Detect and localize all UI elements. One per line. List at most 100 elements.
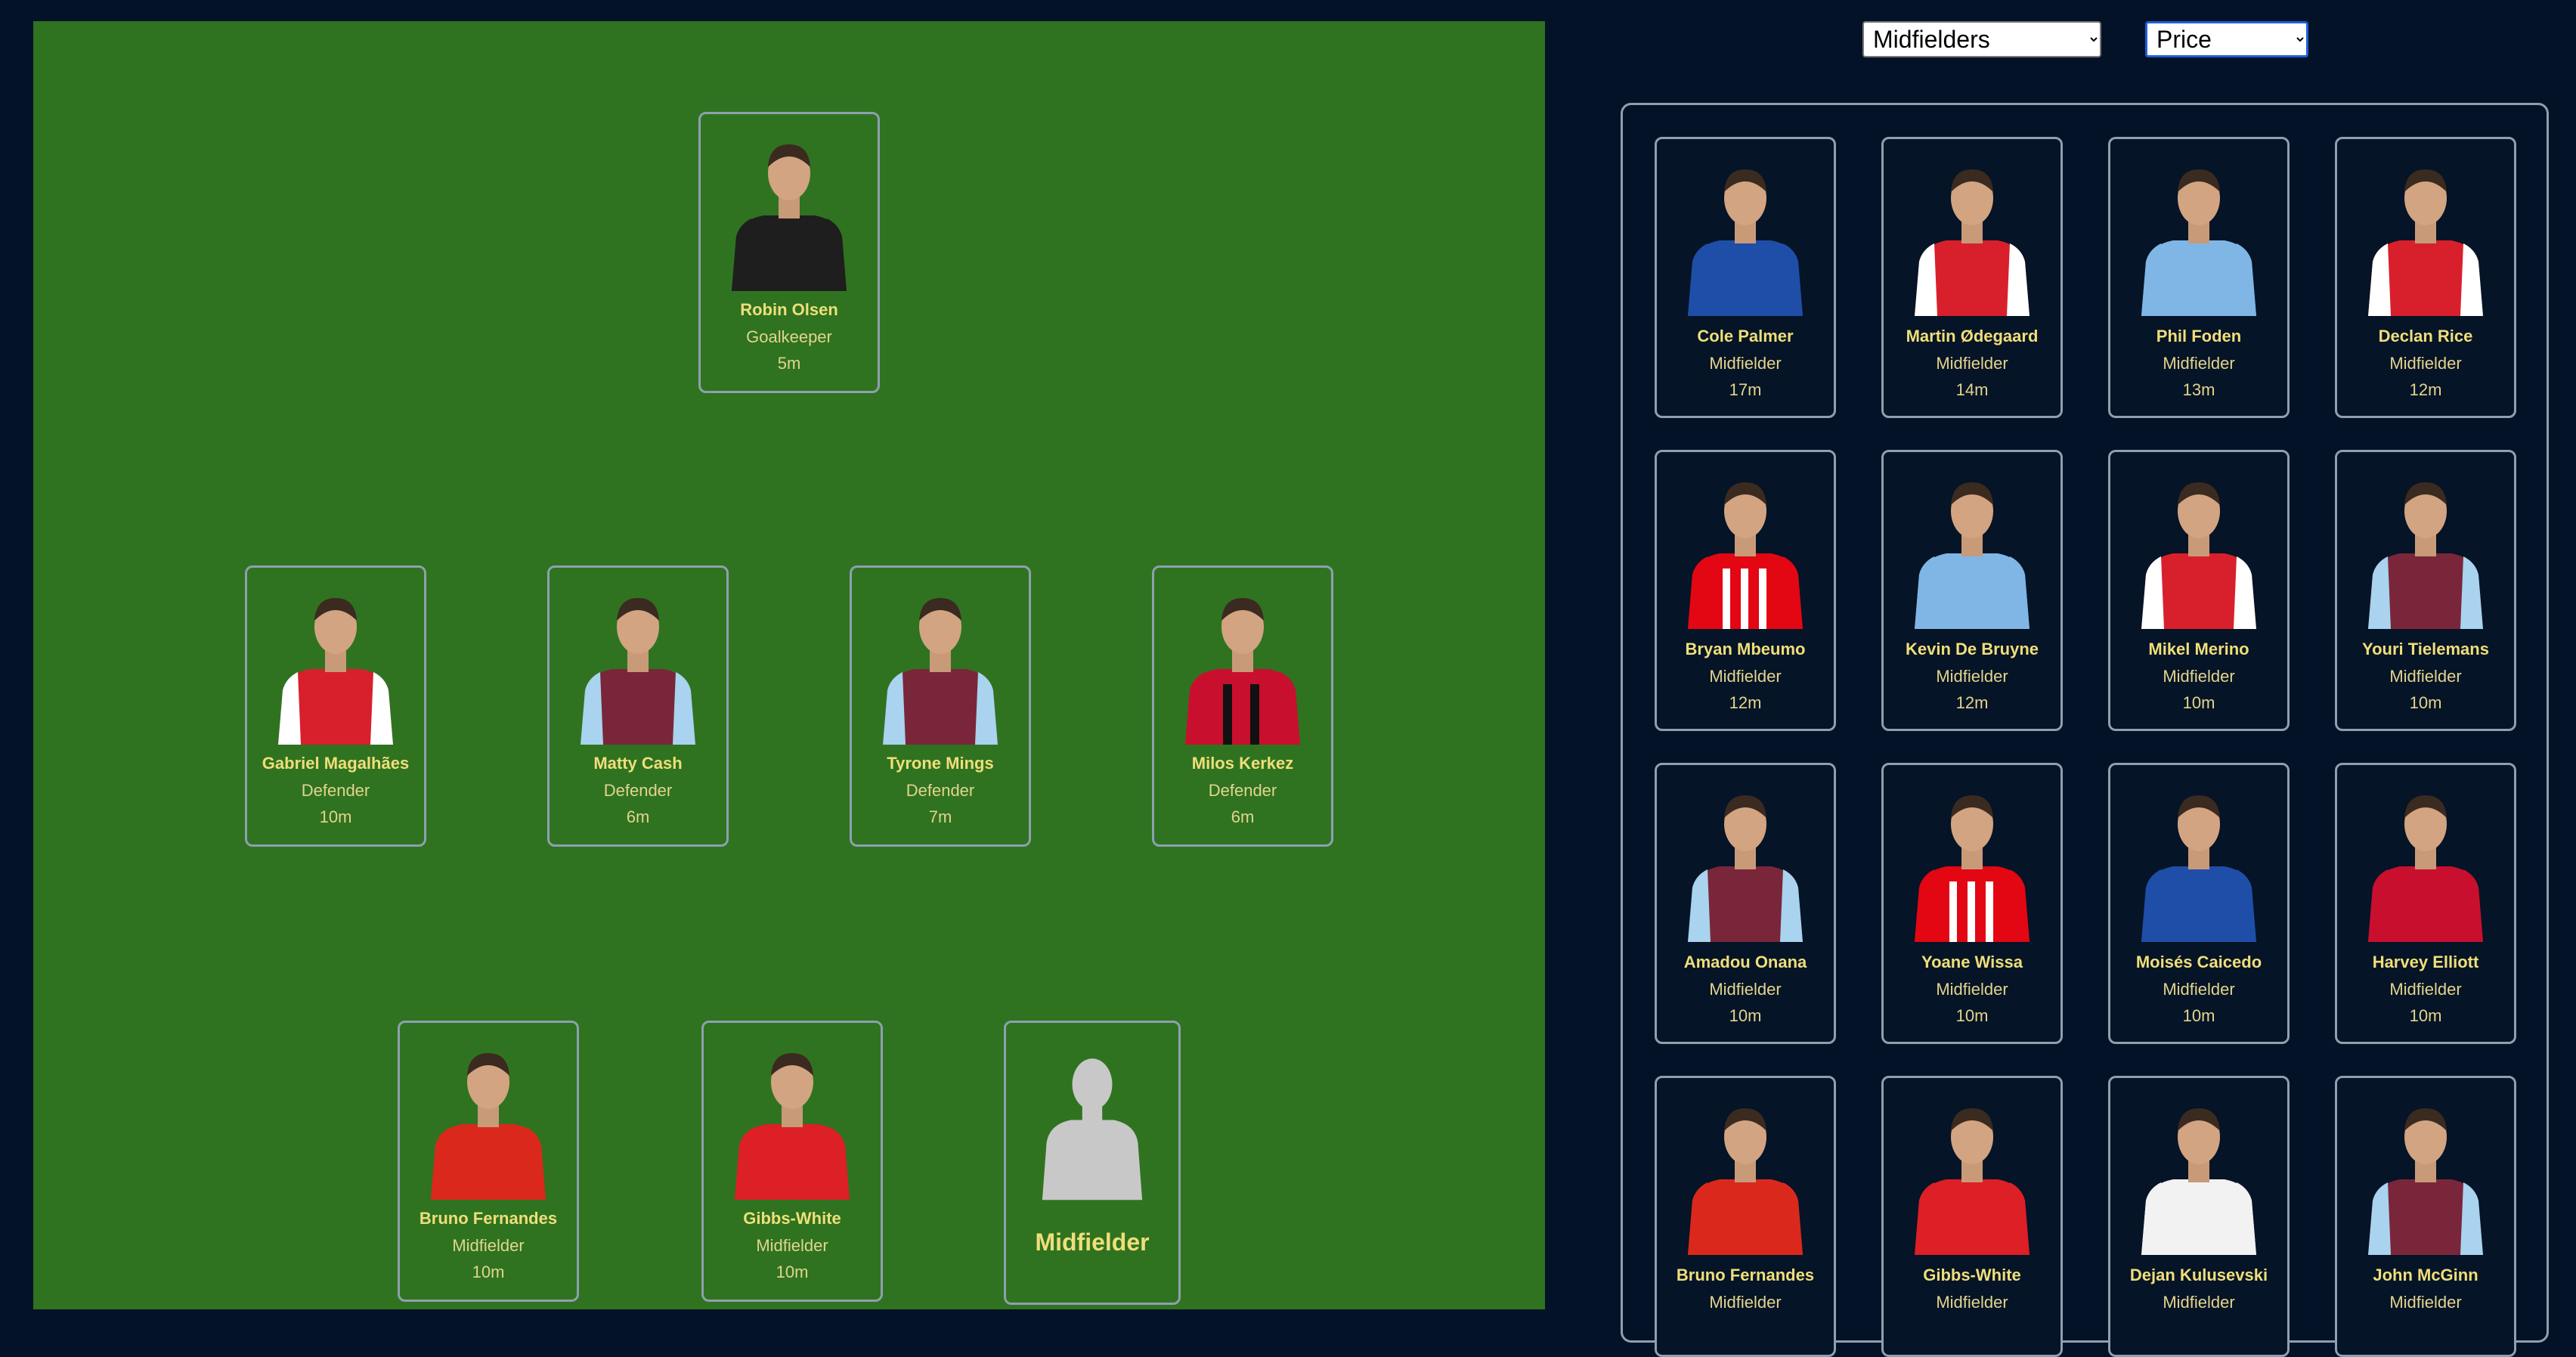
player-role: Midfielder xyxy=(1936,980,2008,999)
player-name: Phil Foden xyxy=(2156,327,2242,345)
empty-slot-label: Midfielder xyxy=(1035,1228,1150,1256)
player-photo xyxy=(2358,472,2494,629)
player-photo xyxy=(2358,159,2494,316)
player-photo xyxy=(1677,472,1813,629)
player-price: 10m xyxy=(1955,1006,1989,1025)
player-list-card[interactable]: Kevin De Bruyne Midfielder 12m xyxy=(1881,450,2063,731)
player-price: 12m xyxy=(2409,380,2442,399)
player-name: Kevin De Bruyne xyxy=(1905,640,2039,658)
player-price: 10m xyxy=(2409,693,2442,712)
pitch-player-card[interactable]: Milos Kerkez Defender 6m xyxy=(1152,565,1333,847)
pitch-player-card[interactable]: Bruno Fernandes Midfielder 10m xyxy=(398,1021,579,1302)
player-role: Midfielder xyxy=(2389,980,2462,999)
silhouette-icon xyxy=(1028,1050,1156,1201)
pitch-player-card[interactable]: Gibbs-White Midfielder 10m xyxy=(701,1021,883,1302)
player-list-card[interactable]: Moisés Caicedo Midfielder 10m xyxy=(2108,763,2290,1044)
player-photo xyxy=(1677,785,1813,942)
player-role: Midfielder xyxy=(756,1236,828,1255)
player-list-card[interactable]: Cole Palmer Midfielder 17m xyxy=(1655,137,1836,418)
pitch-player-card[interactable]: Gabriel Magalhães Defender 10m xyxy=(245,565,426,847)
player-role: Midfielder xyxy=(1709,667,1782,686)
player-list-card[interactable]: Martin Ødegaard Midfielder 14m xyxy=(1881,137,2063,418)
player-name: Bruno Fernandes xyxy=(419,1209,558,1228)
player-role: Defender xyxy=(906,781,975,800)
player-photo xyxy=(1904,785,2040,942)
player-price: 10m xyxy=(319,807,352,826)
player-photo xyxy=(2131,159,2267,316)
player-list-card[interactable]: Amadou Onana Midfielder 10m xyxy=(1655,763,1836,1044)
player-list-card[interactable]: Mikel Merino Midfielder 10m xyxy=(2108,450,2290,731)
player-list-card[interactable]: John McGinn Midfielder xyxy=(2335,1076,2516,1357)
sort-select[interactable]: Price xyxy=(2145,21,2308,57)
player-name: Dejan Kulusevski xyxy=(2129,1266,2268,1284)
player-role: Midfielder xyxy=(2389,667,2462,686)
player-role: Midfielder xyxy=(2389,354,2462,373)
player-photo xyxy=(2358,785,2494,942)
player-price: 17m xyxy=(1729,380,1762,399)
player-name: Martin Ødegaard xyxy=(1906,327,2039,345)
pitch-player-card[interactable]: Robin Olsen Goalkeeper 5m xyxy=(698,112,880,393)
player-list-card[interactable]: Youri Tielemans Midfielder 10m xyxy=(2335,450,2516,731)
player-role: Midfielder xyxy=(452,1236,525,1255)
pitch-player-card[interactable]: Tyrone Mings Defender 7m xyxy=(850,565,1031,847)
player-photo xyxy=(1175,587,1311,745)
player-list-card[interactable]: Phil Foden Midfielder 13m xyxy=(2108,137,2290,418)
player-list-card[interactable]: Gibbs-White Midfielder xyxy=(1881,1076,2063,1357)
player-price: 7m xyxy=(928,807,952,826)
player-price: 10m xyxy=(2182,1006,2215,1025)
player-price: 10m xyxy=(776,1263,809,1281)
player-role: Midfielder xyxy=(1709,354,1782,373)
player-list-card[interactable]: Declan Rice Midfielder 12m xyxy=(2335,137,2516,418)
player-role: Defender xyxy=(603,781,673,800)
player-name: Amadou Onana xyxy=(1683,953,1807,971)
player-price: 14m xyxy=(1955,380,1989,399)
player-price: 5m xyxy=(777,354,801,373)
player-role: Midfielder xyxy=(1936,354,2008,373)
player-name: Matty Cash xyxy=(593,754,683,773)
position-filter-select[interactable]: Midfielders xyxy=(1862,21,2101,57)
player-photo xyxy=(2131,472,2267,629)
player-role: Defender xyxy=(301,781,370,800)
player-name: Cole Palmer xyxy=(1697,327,1794,345)
player-list-card[interactable]: Yoane Wissa Midfielder 10m xyxy=(1881,763,2063,1044)
pitch: Robin Olsen Goalkeeper 5m Gabriel Magalh… xyxy=(33,21,1545,1309)
player-name: Gibbs-White xyxy=(743,1209,841,1228)
player-list-card[interactable]: Harvey Elliott Midfielder 10m xyxy=(2335,763,2516,1044)
player-photo xyxy=(872,587,1008,745)
player-price: 10m xyxy=(472,1263,505,1281)
player-name: Milos Kerkez xyxy=(1191,754,1294,773)
player-role: Midfielder xyxy=(1709,980,1782,999)
player-price: 12m xyxy=(1729,693,1762,712)
player-price: 10m xyxy=(1729,1006,1762,1025)
player-price: 10m xyxy=(2182,693,2215,712)
player-photo xyxy=(420,1043,556,1200)
empty-midfielder-slot[interactable]: Midfielder xyxy=(1004,1021,1181,1305)
player-role: Goalkeeper xyxy=(746,327,832,346)
player-name: Declan Rice xyxy=(2378,327,2473,345)
player-photo xyxy=(721,134,857,291)
player-photo xyxy=(2358,1098,2494,1255)
player-price: 6m xyxy=(626,807,650,826)
player-name: Gabriel Magalhães xyxy=(262,754,410,773)
player-price: 12m xyxy=(1955,693,1989,712)
player-photo xyxy=(268,587,404,745)
player-photo xyxy=(570,587,706,745)
player-photo xyxy=(724,1043,860,1200)
player-role: Midfielder xyxy=(2163,354,2235,373)
player-list-card[interactable]: Dejan Kulusevski Midfielder xyxy=(2108,1076,2290,1357)
player-name: Gibbs-White xyxy=(1923,1266,2021,1284)
player-list-panel: Cole Palmer Midfielder 17m Martin Ødegaard M… xyxy=(1621,103,2549,1357)
player-name: Tyrone Mings xyxy=(887,754,994,773)
player-photo xyxy=(1677,1098,1813,1255)
player-price: 6m xyxy=(1231,807,1255,826)
player-list-card[interactable]: Bruno Fernandes Midfielder xyxy=(1655,1076,1836,1357)
player-photo xyxy=(2131,785,2267,942)
player-price: 13m xyxy=(2182,380,2215,399)
player-photo xyxy=(1677,159,1813,316)
player-name: Youri Tielemans xyxy=(2362,640,2489,658)
player-name: Robin Olsen xyxy=(740,300,838,319)
pitch-player-card[interactable]: Matty Cash Defender 6m xyxy=(547,565,729,847)
player-list-card[interactable]: Bryan Mbeumo Midfielder 12m xyxy=(1655,450,1836,731)
player-name: Harvey Elliott xyxy=(2372,953,2479,971)
player-photo xyxy=(1904,1098,2040,1255)
